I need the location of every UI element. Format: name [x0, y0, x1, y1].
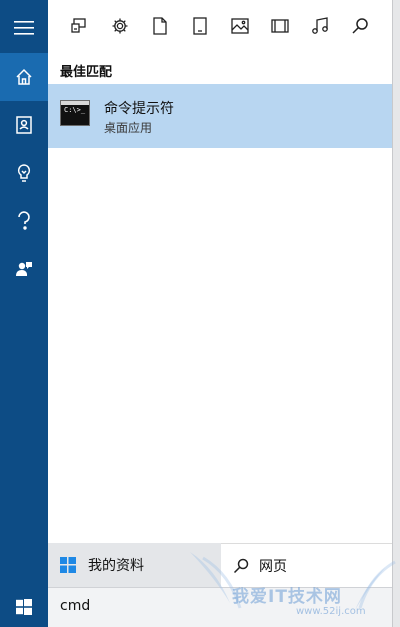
web-search-button[interactable]: 网页	[221, 543, 392, 587]
command-prompt-icon-text: C:\>_	[64, 106, 86, 114]
folder-icon[interactable]	[188, 14, 212, 38]
feedback-person-icon[interactable]	[0, 245, 48, 293]
search-icon	[233, 558, 249, 574]
start-search-panel: 最佳匹配 C:\>_ 命令提示符 桌面应用	[48, 0, 392, 587]
command-prompt-icon: C:\>_	[60, 100, 90, 126]
my-stuff-button[interactable]: 我的资料	[48, 543, 221, 587]
sidebar	[0, 0, 48, 587]
lightbulb-icon[interactable]	[0, 149, 48, 197]
section-title-best-match: 最佳匹配	[60, 65, 113, 80]
photos-icon[interactable]	[228, 14, 252, 38]
videos-icon[interactable]	[268, 14, 292, 38]
result-subtitle: 桌面应用	[104, 121, 153, 135]
filter-toolbar	[48, 0, 392, 54]
windows-start-icon	[16, 599, 32, 615]
window-edge	[392, 0, 400, 627]
document-icon[interactable]	[148, 14, 172, 38]
my-stuff-label: 我的资料	[88, 558, 144, 574]
web-label: 网页	[259, 558, 287, 575]
best-match-result[interactable]: C:\>_ 命令提示符 桌面应用	[48, 84, 392, 148]
start-button[interactable]	[0, 587, 48, 627]
apps-icon[interactable]	[68, 14, 92, 38]
windows-logo-icon	[60, 557, 76, 573]
music-icon[interactable]	[308, 14, 332, 38]
watermark-url: www.52ij.com	[296, 606, 366, 617]
search-icon[interactable]	[348, 14, 372, 38]
hamburger-menu-icon[interactable]	[0, 4, 48, 52]
result-title: 命令提示符	[104, 101, 174, 117]
home-icon[interactable]	[0, 53, 48, 101]
watermark-text: 我爱IT技术网	[232, 587, 342, 607]
help-question-icon[interactable]	[0, 197, 48, 245]
settings-gear-icon[interactable]	[108, 14, 132, 38]
notebook-icon[interactable]	[0, 101, 48, 149]
